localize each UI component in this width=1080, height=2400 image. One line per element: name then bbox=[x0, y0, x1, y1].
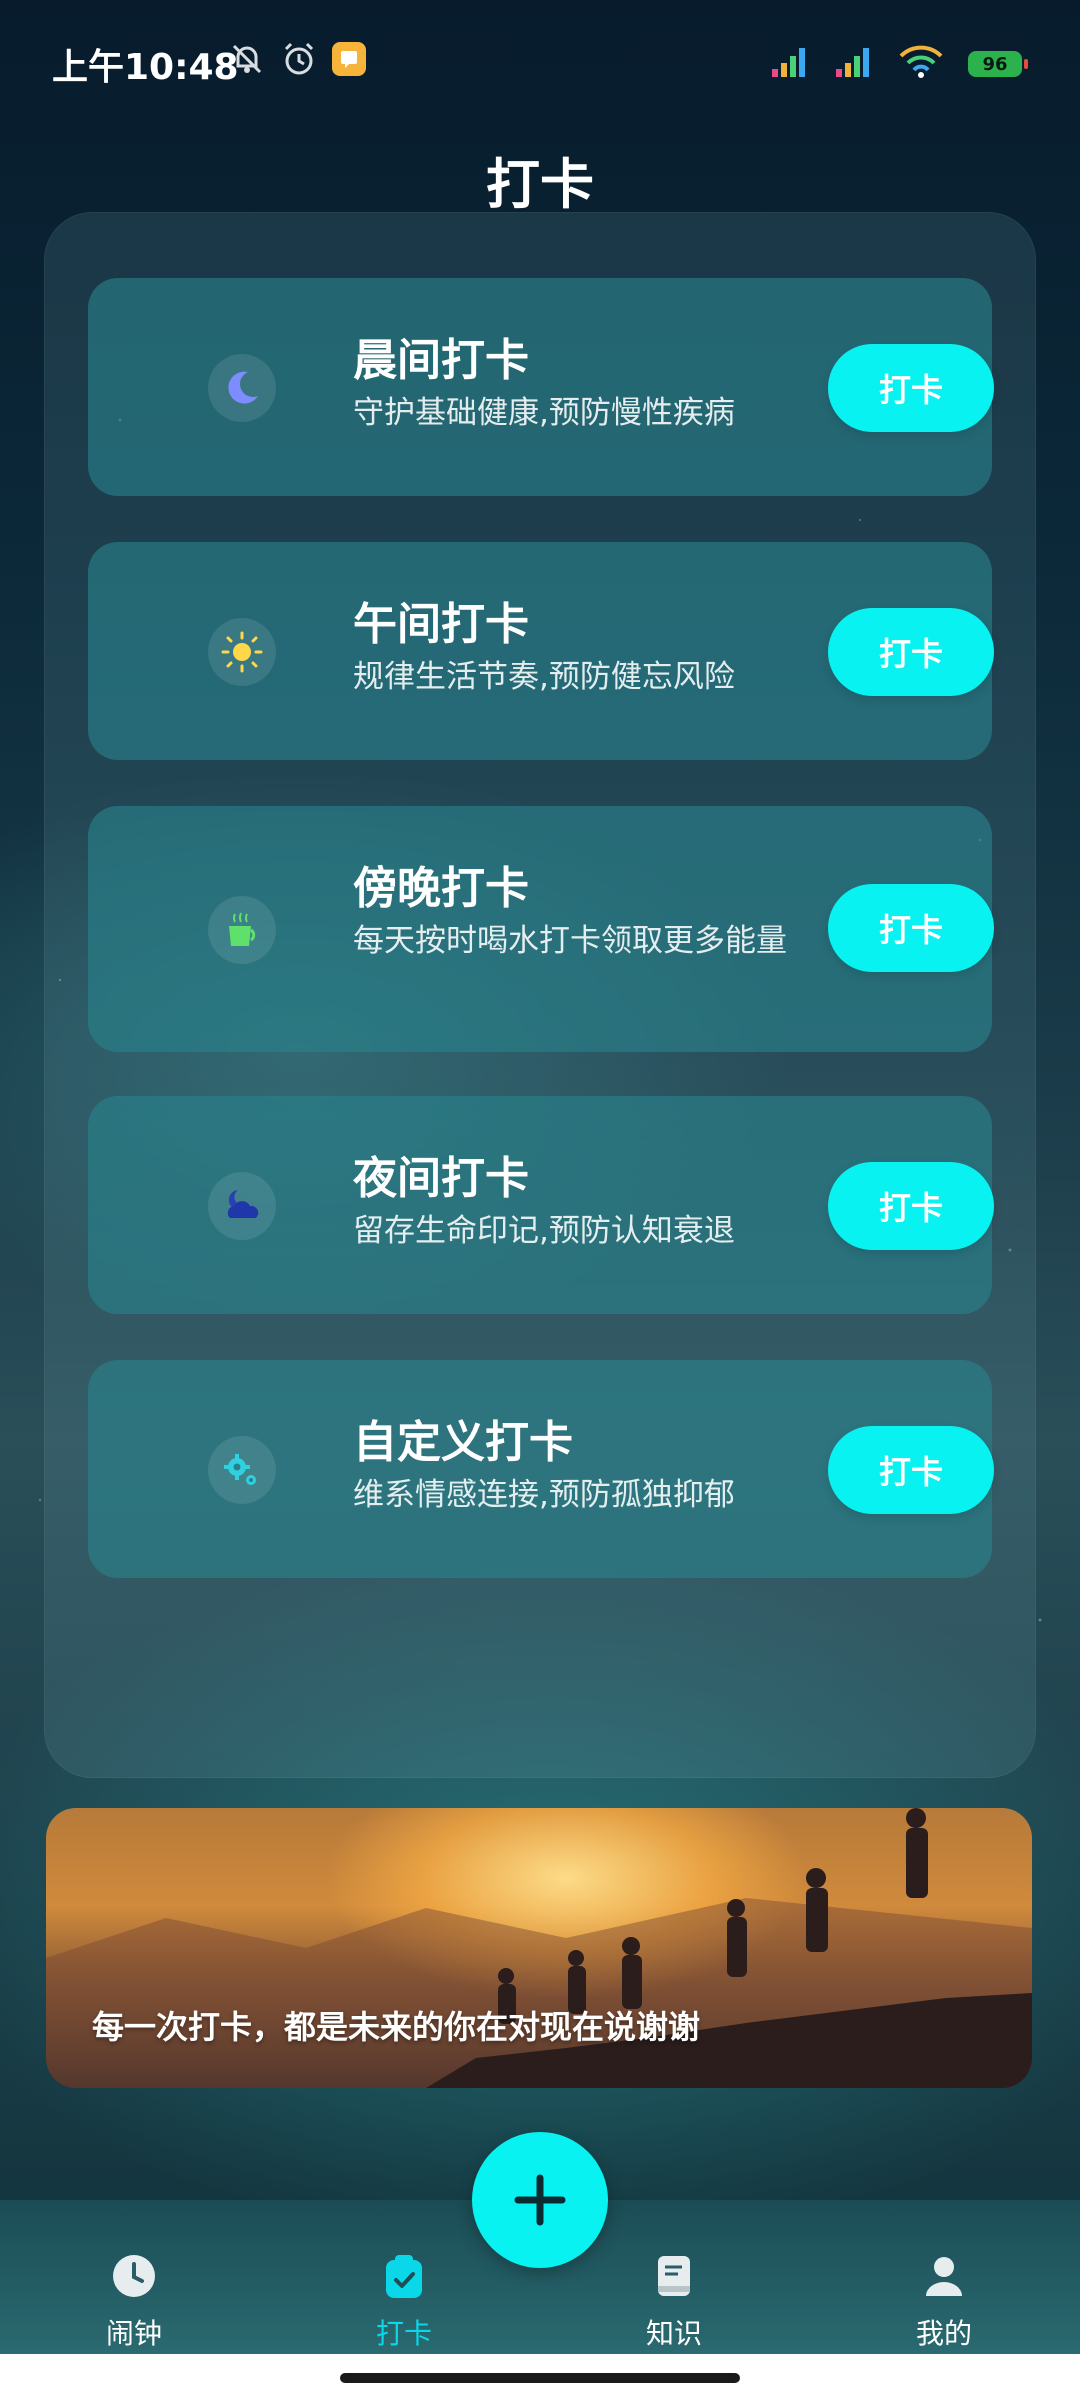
checkin-button-morning[interactable]: 打卡 bbox=[828, 344, 994, 432]
checkin-button-night[interactable]: 打卡 bbox=[828, 1162, 994, 1250]
cellular-signal-2-icon bbox=[834, 45, 874, 83]
status-right-icons: 96 bbox=[770, 44, 1028, 84]
home-indicator[interactable] bbox=[340, 2373, 740, 2383]
card-desc: 每天按时喝水打卡领取更多能量 bbox=[353, 923, 787, 959]
nav-label: 闹钟 bbox=[105, 2317, 162, 2350]
alarm-icon bbox=[280, 40, 318, 78]
nav-item-checkin[interactable]: 打卡 bbox=[334, 2252, 474, 2352]
cellular-signal-icon bbox=[770, 45, 810, 83]
user-icon bbox=[920, 2252, 968, 2304]
checkin-button-evening[interactable]: 打卡 bbox=[828, 884, 994, 972]
plus-icon bbox=[514, 2174, 566, 2226]
card-desc: 留存生命印记,预防认知衰退 bbox=[353, 1213, 735, 1249]
nav-item-alarm[interactable]: 闹钟 bbox=[64, 2252, 204, 2352]
moon-cloud-icon bbox=[208, 1172, 276, 1240]
checkin-card-custom: 自定义打卡 维系情感连接,预防孤独抑郁 打卡 bbox=[88, 1360, 994, 1578]
nav-item-knowledge[interactable]: 知识 bbox=[604, 2252, 744, 2352]
checkin-button-noon[interactable]: 打卡 bbox=[828, 608, 994, 696]
status-time: 上午10:48 bbox=[52, 47, 239, 88]
nav-label: 知识 bbox=[645, 2317, 702, 2350]
card-desc: 守护基础健康,预防慢性疾病 bbox=[353, 395, 735, 431]
checkin-card-night: 夜间打卡 留存生命印记,预防认知衰退 打卡 bbox=[88, 1096, 994, 1314]
clock-icon bbox=[110, 2252, 158, 2304]
status-left-icons bbox=[228, 40, 366, 78]
book-icon bbox=[650, 2252, 698, 2304]
card-title: 傍晚打卡 bbox=[353, 863, 529, 914]
status-bar: 上午10:48 96 bbox=[0, 0, 1080, 120]
motivation-banner: 每一次打卡，都是未来的你在对现在说谢谢 bbox=[46, 1808, 1032, 2088]
checkin-button-custom[interactable]: 打卡 bbox=[828, 1426, 994, 1514]
moon-icon bbox=[208, 354, 276, 422]
nav-item-mine[interactable]: 我的 bbox=[874, 2252, 1014, 2352]
card-title: 晨间打卡 bbox=[353, 335, 529, 386]
card-title: 夜间打卡 bbox=[353, 1153, 529, 1204]
sun-icon bbox=[208, 618, 276, 686]
nav-label: 打卡 bbox=[375, 2317, 432, 2350]
notification-app-icon bbox=[332, 42, 366, 76]
battery-indicator: 96 bbox=[968, 51, 1028, 77]
mute-bell-icon bbox=[228, 40, 266, 78]
add-button[interactable] bbox=[472, 2132, 608, 2268]
wifi-icon bbox=[898, 44, 944, 84]
card-title: 自定义打卡 bbox=[353, 1417, 573, 1468]
cup-icon bbox=[208, 896, 276, 964]
checkin-panel: 晨间打卡 守护基础健康,预防慢性疾病 打卡 午间打卡 规律生活节奏,预防健忘风险 bbox=[44, 212, 1036, 1778]
gears-icon bbox=[208, 1436, 276, 1504]
card-desc: 维系情感连接,预防孤独抑郁 bbox=[353, 1477, 735, 1513]
clipboard-check-icon bbox=[380, 2252, 428, 2304]
page-title: 打卡 bbox=[486, 153, 594, 216]
checkin-card-noon: 午间打卡 规律生活节奏,预防健忘风险 打卡 bbox=[88, 542, 994, 760]
nav-label: 我的 bbox=[915, 2317, 972, 2350]
checkin-card-evening: 傍晚打卡 每天按时喝水打卡领取更多能量 打卡 bbox=[88, 806, 994, 1052]
checkin-card-morning: 晨间打卡 守护基础健康,预防慢性疾病 打卡 bbox=[88, 278, 994, 496]
card-desc: 规律生活节奏,预防健忘风险 bbox=[353, 659, 735, 695]
battery-level: 96 bbox=[982, 53, 1008, 75]
banner-text: 每一次打卡，都是未来的你在对现在说谢谢 bbox=[92, 2008, 701, 2046]
app-screen: 上午10:48 96 打卡 晨间打卡 守护基础健康,预防慢性疾病 打卡 午间打卡… bbox=[0, 0, 1080, 2400]
card-title: 午间打卡 bbox=[353, 599, 529, 650]
